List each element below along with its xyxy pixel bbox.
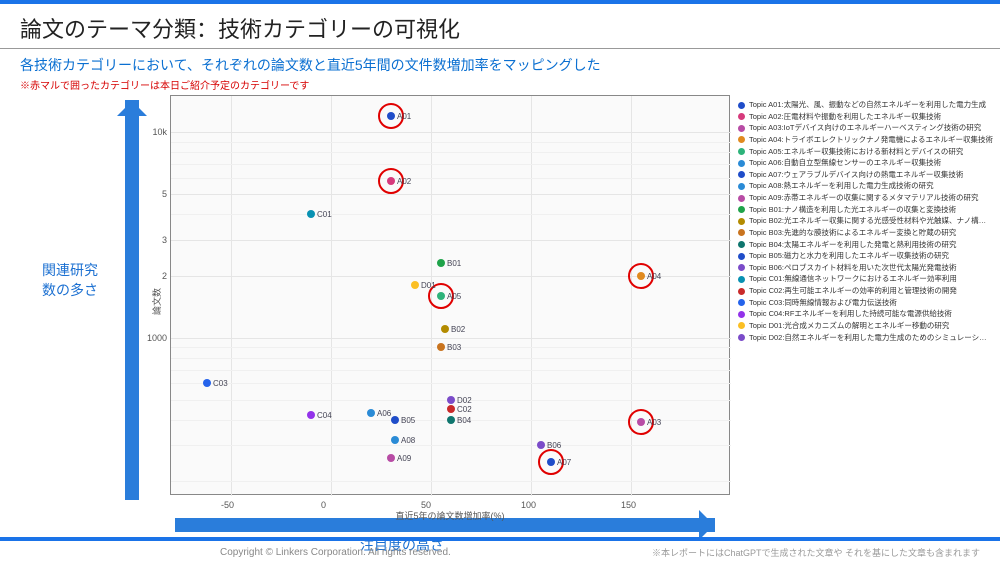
data-label: D01: [421, 281, 436, 290]
data-point-D02[interactable]: [447, 396, 455, 404]
data-label: C02: [457, 405, 472, 414]
data-label: B05: [401, 416, 415, 425]
legend-item-B03[interactable]: Topic B03:先進的な膜技術によるエネルギー変換と貯蔵の研究: [738, 228, 993, 238]
data-point-A04[interactable]: [637, 272, 645, 280]
legend-item-A07[interactable]: Topic A07:ウェアラブルデバイス向けの熱電エネルギー収集技術: [738, 170, 993, 180]
legend-item-A09[interactable]: Topic A09:赤帯エネルギーの収集に関するメタマテリアル技術の研究: [738, 193, 993, 203]
legend-item-A01[interactable]: Topic A01:太陽光、風、振動などの自然エネルギーを利用した電力生成: [738, 100, 993, 110]
chart-area: 関連研究 数の多さ 注目度の高さ 直近5年の論文数増加率(%) 論文数 -500…: [0, 90, 1000, 533]
x-axis-label: 直近5年の論文数増加率(%): [171, 509, 729, 522]
legend-item-D02[interactable]: Topic D02:自然エネルギーを利用した電力生成のためのシミュレーション技術: [738, 333, 993, 343]
legend-item-A02[interactable]: Topic A02:圧電材料や振動を利用したエネルギー収集技術: [738, 112, 993, 122]
data-point-C02[interactable]: [447, 405, 455, 413]
data-label: A09: [397, 454, 411, 463]
legend-item-A05[interactable]: Topic A05:エネルギー収集技術における新材料とデバイスの研究: [738, 147, 993, 157]
data-label: A07: [557, 458, 571, 467]
legend-item-B05[interactable]: Topic B05:磁力と水力を利用したエネルギー収集技術の研究: [738, 251, 993, 261]
copyright: Copyright © Linkers Corporation. All rig…: [220, 547, 451, 558]
disclaimer: ※本レポートにはChatGPTで生成された文章や それを基にした文章も含まれます: [652, 546, 980, 559]
data-label: A08: [401, 436, 415, 445]
page-title: 論文のテーマ分類：技術カテゴリーの可視化: [0, 4, 1000, 49]
scatter-plot[interactable]: 直近5年の論文数増加率(%) 論文数 -50050100150100023510…: [170, 95, 730, 495]
legend-item-B01[interactable]: Topic B01:ナノ構造を利用した光エネルギーの収集と変換技術: [738, 205, 993, 215]
data-point-B03[interactable]: [437, 343, 445, 351]
y-axis-arrow: [125, 100, 139, 500]
data-point-A01[interactable]: [387, 112, 395, 120]
data-point-A06[interactable]: [367, 409, 375, 417]
data-point-B02[interactable]: [441, 325, 449, 333]
legend-item-A08[interactable]: Topic A08:熱エネルギーを利用した電力生成技術の研究: [738, 181, 993, 191]
data-point-D01[interactable]: [411, 281, 419, 289]
data-label: B01: [447, 259, 461, 268]
y-axis-label: 論文数: [150, 288, 163, 315]
legend-item-C04[interactable]: Topic C04:RFエネルギーを利用した持続可能な電源供給技術: [738, 309, 993, 319]
data-point-C01[interactable]: [307, 210, 315, 218]
data-point-A05[interactable]: [437, 292, 445, 300]
legend: Topic A01:太陽光、風、振動などの自然エネルギーを利用した電力生成 Top…: [738, 100, 993, 344]
legend-item-B02[interactable]: Topic B02:光エネルギー収集に関する光感受性材料や光触媒、ナノ構造などの…: [738, 216, 993, 226]
data-label: B03: [447, 343, 461, 352]
data-point-B05[interactable]: [391, 416, 399, 424]
data-label: C04: [317, 411, 332, 420]
subtitle: 各技術カテゴリーにおいて、それぞれの論文数と直近5年間の文件数増加率をマッピング…: [0, 49, 1000, 75]
legend-item-A03[interactable]: Topic A03:IoTデバイス向けのエネルギーハーベスティング技術の研究: [738, 123, 993, 133]
legend-item-B04[interactable]: Topic B04:太陽エネルギーを利用した発電と熱利用技術の研究: [738, 240, 993, 250]
data-label: A03: [647, 418, 661, 427]
data-label: D02: [457, 396, 472, 405]
data-label: B06: [547, 441, 561, 450]
legend-item-A04[interactable]: Topic A04:トライボエレクトリックナノ発電機によるエネルギー収集技術: [738, 135, 993, 145]
data-point-A07[interactable]: [547, 458, 555, 466]
data-point-C04[interactable]: [307, 411, 315, 419]
data-point-A08[interactable]: [391, 436, 399, 444]
data-point-A09[interactable]: [387, 454, 395, 462]
data-point-B04[interactable]: [447, 416, 455, 424]
legend-item-A06[interactable]: Topic A06:自動自立型無線センサーのエネルギー収集技術: [738, 158, 993, 168]
legend-item-C01[interactable]: Topic C01:無線通信ネットワークにおけるエネルギー効率利用: [738, 274, 993, 284]
data-point-A02[interactable]: [387, 177, 395, 185]
data-label: A06: [377, 409, 391, 418]
data-point-A03[interactable]: [637, 418, 645, 426]
data-label: A01: [397, 112, 411, 121]
data-label: B02: [451, 325, 465, 334]
legend-item-D01[interactable]: Topic D01:光合成メカニズムの解明とエネルギー移動の研究: [738, 321, 993, 331]
legend-item-B06[interactable]: Topic B06:ペロブスカイト材料を用いた次世代太陽光発電技術: [738, 263, 993, 273]
legend-item-C03[interactable]: Topic C03:同時無線情報および電力伝送技術: [738, 298, 993, 308]
legend-item-C02[interactable]: Topic C02:再生可能エネルギーの効率的利用と管理技術の開発: [738, 286, 993, 296]
data-point-B06[interactable]: [537, 441, 545, 449]
data-label: A04: [647, 272, 661, 281]
data-point-B01[interactable]: [437, 259, 445, 267]
data-label: A05: [447, 292, 461, 301]
data-label: C03: [213, 379, 228, 388]
data-point-C03[interactable]: [203, 379, 211, 387]
data-label: B04: [457, 416, 471, 425]
data-label: C01: [317, 210, 332, 219]
data-label: A02: [397, 177, 411, 186]
y-axis-annotation: 関連研究 数の多さ: [35, 260, 105, 300]
